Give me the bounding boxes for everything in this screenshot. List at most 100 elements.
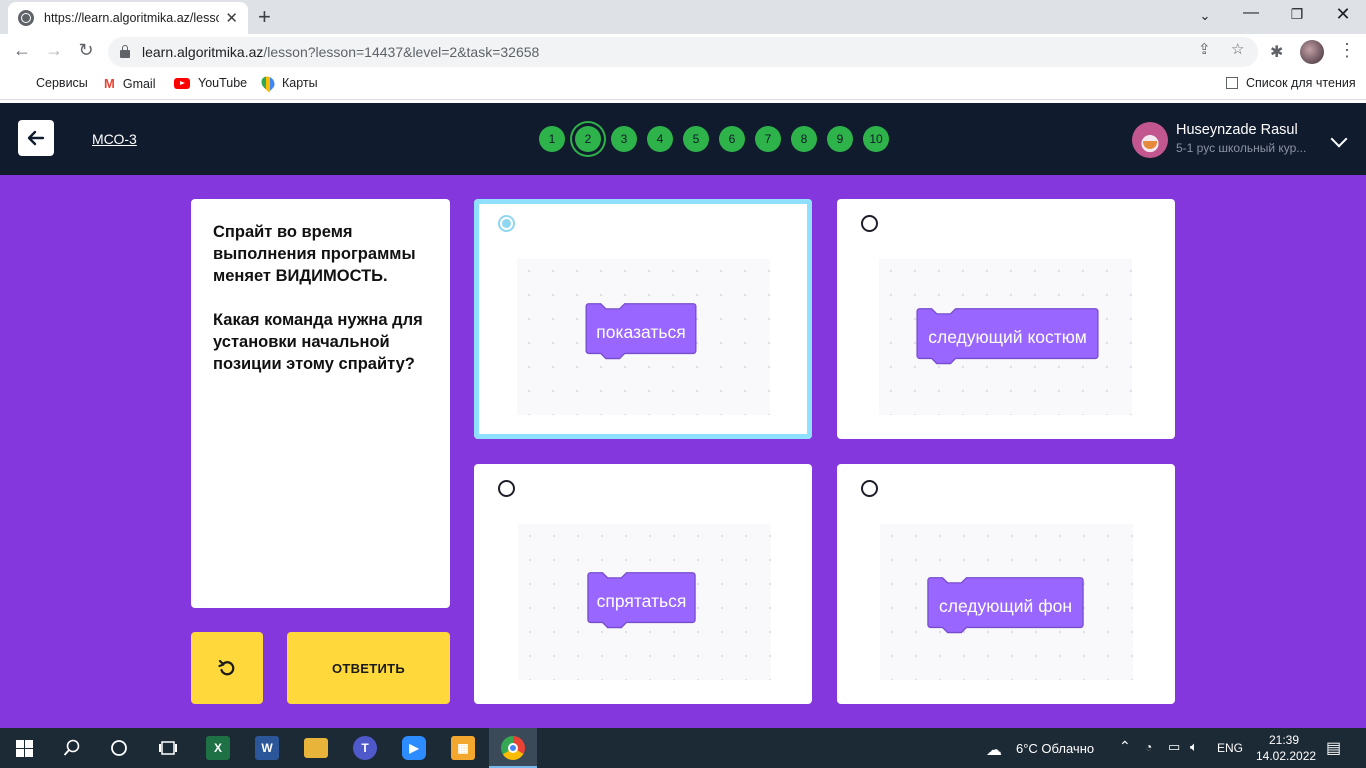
- extensions-icon[interactable]: ✱: [1270, 42, 1283, 62]
- url-text: learn.algoritmika.az/lesson?lesson=14437…: [142, 44, 540, 60]
- user-avatar[interactable]: [1132, 122, 1168, 158]
- quiz-area: Спрайт во время выполнения программы мен…: [0, 175, 1366, 728]
- back-arrow-icon[interactable]: ←: [10, 40, 34, 61]
- scratch-block-preview: следующий фон: [880, 524, 1133, 680]
- reload-icon[interactable]: ↻: [74, 40, 98, 61]
- step-8[interactable]: 8: [791, 126, 817, 152]
- radio-unselected[interactable]: [861, 215, 878, 232]
- bookmark-label: YouTube: [198, 76, 248, 90]
- teams-icon[interactable]: T: [353, 736, 377, 760]
- battery-icon[interactable]: ▭: [1168, 739, 1180, 755]
- answer-option-3[interactable]: спрятаться: [474, 464, 812, 704]
- clock[interactable]: 21:39 14.02.2022: [1256, 732, 1317, 764]
- forward-arrow-icon[interactable]: →: [42, 40, 66, 61]
- globe-icon: [18, 10, 34, 26]
- bookmarks-bar: Сервисы M Gmail YouTube Карты Список для…: [0, 70, 1366, 100]
- chrome-icon[interactable]: [501, 736, 525, 760]
- step-10[interactable]: 10: [863, 126, 889, 152]
- back-button[interactable]: [18, 120, 54, 156]
- browser-tab[interactable]: https://learn.algoritmika.az/lesso ✕: [8, 2, 248, 34]
- scratch-block-preview: следующий костюм: [879, 259, 1132, 415]
- tab-title: https://learn.algoritmika.az/lesso: [44, 11, 219, 25]
- window-close-button[interactable]: ✕: [1320, 4, 1366, 25]
- bookmark-apps[interactable]: Сервисы: [14, 76, 88, 90]
- clock-date: 14.02.2022: [1256, 749, 1317, 763]
- arrow-left-icon: [27, 130, 45, 146]
- user-name: Huseynzade Rasul: [1176, 122, 1298, 138]
- language-indicator[interactable]: ENG: [1217, 741, 1243, 755]
- browser-toolbar: ← → ↻ learn.algoritmika.az/lesson?lesson…: [0, 34, 1366, 70]
- excel-icon[interactable]: X: [206, 736, 230, 760]
- profile-avatar[interactable]: [1300, 40, 1324, 64]
- cortana-icon[interactable]: [110, 739, 128, 757]
- lesson-title-link[interactable]: МСО-3: [92, 131, 137, 147]
- bookmark-gmail[interactable]: M Gmail: [104, 76, 156, 91]
- answer-option-2[interactable]: следующий костюм: [837, 199, 1175, 439]
- browser-menu-icon[interactable]: ⋮: [1338, 40, 1356, 61]
- radio-unselected[interactable]: [861, 480, 878, 497]
- close-tab-icon[interactable]: ✕: [225, 9, 238, 27]
- answer-option-4[interactable]: следующий фон: [837, 464, 1175, 704]
- minimize-button[interactable]: —: [1228, 4, 1274, 22]
- chevron-up-icon[interactable]: ⌃: [1119, 738, 1131, 755]
- step-2-current[interactable]: 2: [575, 126, 601, 152]
- weather-text[interactable]: 6°C Облачно: [1016, 741, 1094, 756]
- step-4[interactable]: 4: [647, 126, 673, 152]
- block-label: следующий фон: [938, 595, 1072, 616]
- restore-button[interactable]: ❐: [1274, 6, 1320, 23]
- step-9[interactable]: 9: [827, 126, 853, 152]
- reading-list-icon: [1226, 77, 1238, 89]
- notifications-icon[interactable]: ▤: [1326, 738, 1341, 758]
- windows-start-icon[interactable]: [16, 740, 33, 757]
- undo-icon: [218, 659, 235, 676]
- browser-tabstrip: https://learn.algoritmika.az/lesso ✕ + ⌄…: [0, 0, 1366, 34]
- address-bar[interactable]: learn.algoritmika.az/lesson?lesson=14437…: [108, 37, 1258, 67]
- step-6[interactable]: 6: [719, 126, 745, 152]
- scratch-block-preview: показаться: [517, 259, 770, 415]
- windows-taskbar: X W T ▶ ▦ ☁ 6°C Облачно ⌃ ◔ ▭ 🔈︎ ENG 21:…: [0, 728, 1366, 768]
- wifi-icon[interactable]: ◔: [1145, 740, 1152, 754]
- reading-list-label: Список для чтения: [1246, 76, 1356, 90]
- bookmark-maps[interactable]: Карты: [258, 73, 318, 93]
- radio-unselected[interactable]: [498, 480, 515, 497]
- search-icon[interactable]: [63, 739, 81, 757]
- question-card: Спрайт во время выполнения программы мен…: [191, 199, 450, 608]
- store-icon[interactable]: ▦: [451, 736, 475, 760]
- youtube-icon: [174, 77, 190, 89]
- task-steps: 1 2 3 4 5 6 7 8 9 10: [539, 126, 889, 152]
- reading-list-button[interactable]: Список для чтения: [1226, 76, 1356, 90]
- step-5[interactable]: 5: [683, 126, 709, 152]
- bookmark-label: Карты: [282, 76, 318, 90]
- answer-option-1[interactable]: показаться: [474, 199, 812, 439]
- reset-button[interactable]: [191, 632, 263, 704]
- zoom-icon[interactable]: ▶: [402, 736, 426, 760]
- chevron-down-icon[interactable]: [1330, 130, 1348, 148]
- cloud-icon: ☁: [986, 742, 1002, 759]
- question-prompt: Какая команда нужна для установки началь…: [213, 311, 423, 373]
- task-view-icon[interactable]: [158, 738, 178, 758]
- user-course: 5-1 рус школьный кур...: [1176, 141, 1307, 155]
- block-label: показаться: [596, 321, 686, 342]
- answer-button[interactable]: ОТВЕТИТЬ: [287, 632, 450, 704]
- scratch-block-preview: спрятаться: [518, 524, 771, 680]
- lock-icon[interactable]: [120, 45, 130, 58]
- bookmark-youtube[interactable]: YouTube: [174, 76, 247, 90]
- block-label: следующий костюм: [928, 326, 1087, 347]
- step-3[interactable]: 3: [611, 126, 637, 152]
- bookmark-star-icon[interactable]: ☆: [1231, 40, 1244, 58]
- bookmark-label: Сервисы: [36, 76, 88, 90]
- apps-icon: [14, 76, 28, 90]
- tab-search-icon[interactable]: ⌄: [1182, 8, 1228, 24]
- maps-icon: [258, 73, 278, 93]
- new-tab-button[interactable]: +: [258, 4, 271, 30]
- share-icon[interactable]: ⇪: [1198, 40, 1211, 58]
- word-icon[interactable]: W: [255, 736, 279, 760]
- file-explorer-icon[interactable]: [304, 738, 328, 758]
- gmail-icon: M: [104, 76, 115, 91]
- step-1[interactable]: 1: [539, 126, 565, 152]
- bookmark-label: Gmail: [122, 76, 156, 91]
- step-7[interactable]: 7: [755, 126, 781, 152]
- volume-icon[interactable]: 🔈︎: [1190, 739, 1198, 755]
- radio-selected[interactable]: [498, 215, 515, 232]
- question-text: Спрайт во время выполнения программы мен…: [213, 223, 416, 285]
